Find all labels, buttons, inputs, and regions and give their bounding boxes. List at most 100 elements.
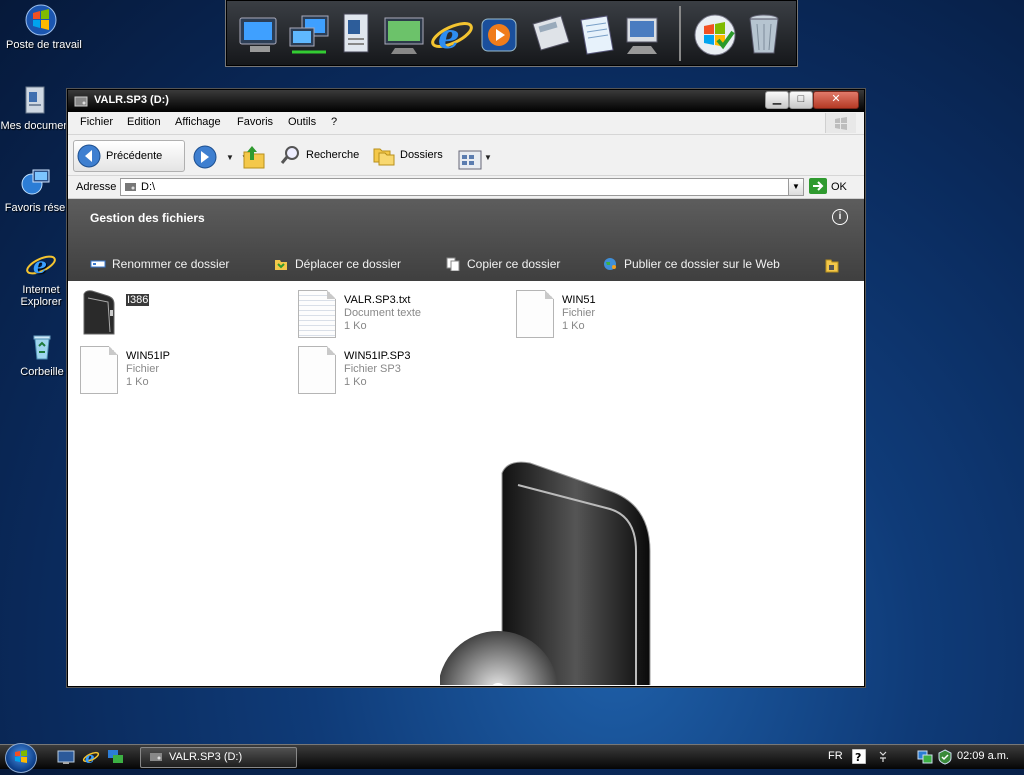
address-input[interactable]: D:\ (120, 178, 790, 196)
back-button[interactable]: Précédente (73, 140, 185, 172)
task-label: Copier ce dossier (467, 257, 561, 271)
file-size: 1 Ko (126, 376, 149, 388)
file-list: I386 VALR.SP3.txt Document texte 1 Ko WI… (68, 281, 864, 685)
globe-icon (604, 258, 616, 270)
svg-text:e: e (438, 17, 460, 57)
desktop-icon-documents[interactable]: Mes documen (0, 84, 70, 132)
desktop-icon-label: Internet Explorer (20, 284, 62, 308)
internet-explorer-icon: e (26, 253, 56, 279)
minimize-button[interactable]: ▁ (765, 91, 789, 109)
search-button[interactable]: Recherche (278, 140, 364, 170)
address-label: Adresse (76, 181, 117, 193)
file-type: Document texte (344, 307, 422, 319)
task-label: Déplacer ce dossier (295, 257, 402, 271)
explorer-window: VALR.SP3 (D:) ▁ □ ✕ Fichier Edition Affi… (67, 89, 865, 687)
help-icon[interactable]: ? (852, 749, 866, 764)
security-center-icon[interactable] (937, 749, 953, 765)
tasks-pane-title: Gestion des fichiers (90, 211, 205, 225)
network-icon[interactable] (286, 10, 332, 60)
generic-file-icon (298, 346, 336, 394)
show-desktop-icon[interactable] (57, 749, 75, 765)
close-button[interactable]: ✕ (813, 91, 859, 109)
views-icon[interactable] (458, 145, 482, 175)
info-icon[interactable]: i (832, 209, 848, 225)
rename-icon (90, 260, 106, 268)
drive-watermark-graphic (440, 461, 651, 685)
taskbar-window-label: VALR.SP3 (D:) (169, 751, 243, 763)
go-arrow-icon[interactable] (809, 178, 827, 194)
folders-icon (373, 148, 395, 166)
window-titlebar[interactable]: VALR.SP3 (D:) ▁ □ ✕ (68, 90, 864, 112)
language-bar-options-icon[interactable] (878, 750, 888, 764)
notepad-icon[interactable] (573, 10, 619, 60)
file-type: Fichier (126, 363, 160, 375)
desktop-icon-network[interactable]: Favoris rése (0, 166, 70, 214)
search-label: Recherche (306, 149, 360, 161)
text-document-icon (298, 290, 336, 338)
go-button-label[interactable]: OK (831, 181, 847, 193)
generic-file-icon (516, 290, 554, 338)
menu-fichier[interactable]: Fichier (80, 116, 113, 128)
window-title: VALR.SP3 (D:) (94, 94, 169, 106)
network-icon (21, 169, 50, 195)
taskbar-window-button[interactable]: VALR.SP3 (D:) (140, 747, 297, 768)
media-player-icon[interactable] (477, 10, 523, 60)
file-name: VALR.SP3.txt (344, 294, 411, 306)
file-item[interactable]: WIN51IP.SP3 Fichier SP3 1 Ko (298, 346, 508, 398)
svg-text:?: ? (855, 751, 861, 764)
drive-folder-icon (83, 290, 115, 335)
toolbar: Précédente ▼ ▼ Recherche Dossiers ▼ (68, 135, 864, 176)
language-indicator[interactable]: FR (828, 750, 843, 762)
file-item[interactable]: VALR.SP3.txt Document texte 1 Ko (298, 290, 508, 342)
control-panel-icon[interactable] (619, 10, 665, 60)
computer-icon (25, 4, 57, 36)
menu-edition[interactable]: Edition (127, 116, 161, 128)
file-type: Fichier SP3 (344, 363, 401, 375)
desktop-icon-computer[interactable]: Poste de travail (6, 3, 82, 51)
folders-label: Dossiers (400, 149, 443, 161)
file-item[interactable]: I386 (80, 290, 290, 342)
internet-explorer-icon[interactable]: e (429, 10, 475, 60)
forward-button[interactable] (192, 142, 218, 172)
recycle-bin-icon (33, 335, 51, 360)
drive-icon (125, 183, 136, 191)
forward-dropdown-icon[interactable]: ▼ (226, 153, 234, 162)
copy-icon (446, 257, 460, 271)
share-folder-icon[interactable] (825, 257, 839, 273)
file-size: 1 Ko (344, 320, 367, 332)
desktop-icon-label: Favoris rése (4, 202, 66, 214)
computer-icon[interactable] (236, 10, 282, 60)
clock[interactable]: 02:09 a.m. (957, 750, 1009, 762)
address-dropdown-button[interactable]: ▼ (788, 178, 804, 196)
calculator-icon[interactable] (527, 10, 573, 60)
desktop-icon-internet-explorer[interactable]: e Internet Explorer (6, 248, 76, 308)
folder-up-icon[interactable] (242, 142, 266, 172)
folders-button[interactable]: Dossiers (371, 140, 445, 170)
network-icon[interactable] (107, 749, 125, 765)
generic-file-icon (80, 346, 118, 394)
file-size: 1 Ko (344, 376, 367, 388)
back-arrow-icon (77, 144, 101, 168)
windows-update-icon[interactable] (692, 10, 738, 60)
menu-bar: Fichier Edition Affichage Favoris Outils… (68, 112, 864, 135)
internet-explorer-icon[interactable]: e (82, 748, 100, 766)
address-value: D:\ (141, 181, 156, 193)
network-status-icon[interactable] (917, 749, 933, 765)
start-button[interactable] (5, 743, 37, 773)
maximize-button[interactable]: □ (789, 91, 813, 109)
file-item[interactable]: WIN51 Fichier 1 Ko (516, 290, 726, 342)
file-name: WIN51 (562, 294, 596, 306)
file-tasks-pane: Gestion des fichiers i Renommer ce dossi… (68, 199, 864, 281)
display-icon[interactable] (381, 10, 427, 60)
recycle-bin-icon[interactable] (741, 10, 787, 60)
menu-help[interactable]: ? (331, 116, 337, 128)
dock-bar: e (225, 0, 798, 67)
menu-favoris[interactable]: Favoris (237, 116, 273, 128)
file-size: 1 Ko (562, 320, 585, 332)
file-item[interactable]: WIN51IP Fichier 1 Ko (80, 346, 290, 398)
back-label: Précédente (106, 150, 163, 162)
menu-affichage[interactable]: Affichage (175, 116, 221, 128)
views-dropdown-icon[interactable]: ▼ (484, 153, 492, 162)
documents-icon[interactable] (334, 10, 380, 60)
menu-outils[interactable]: Outils (288, 116, 316, 128)
